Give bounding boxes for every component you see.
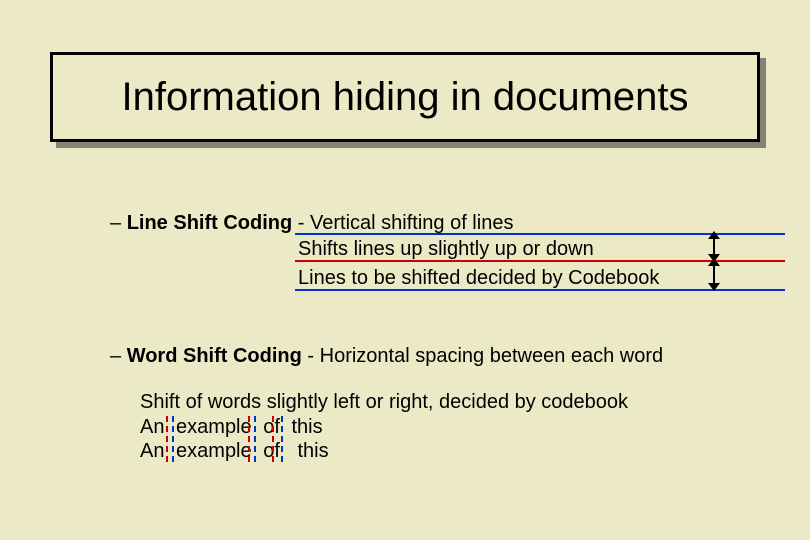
bullet1-label: Line Shift Coding (127, 212, 293, 234)
dash: – (110, 345, 121, 367)
arrow-bottom (708, 263, 720, 286)
arrow-head-down-icon (708, 283, 720, 291)
tick-red-2 (248, 416, 250, 462)
tick-red-3 (272, 416, 274, 462)
bullet1-heading: – Line Shift Coding - Vertical shifting … (110, 212, 513, 234)
word-shift-explain: Shift of words slightly left or right, d… (140, 391, 628, 414)
sep: - (292, 212, 310, 234)
bullet2-desc: Horizontal spacing between each word (320, 345, 664, 367)
slide-title: Information hiding in documents (122, 75, 689, 120)
example-row-2: An example of this (140, 440, 628, 464)
ex1-w0: An (140, 416, 164, 439)
title-box: Information hiding in documents (50, 52, 760, 142)
tick-red-1 (166, 416, 168, 462)
tick-blue-3 (281, 416, 283, 462)
bullet2-label: Word Shift Coding (127, 345, 302, 367)
bullet1-desc2: Lines to be shifted decided by Codebook (298, 267, 659, 290)
bullet-line-shift: – Line Shift Coding - Vertical shifting … (110, 212, 790, 235)
ex2-w3: this (297, 440, 328, 463)
arrow-top (708, 236, 720, 257)
example-row-1: An example of this (140, 416, 628, 440)
bullet1-desc1: Shifts lines up slightly up or down (298, 238, 594, 261)
sep: - (302, 345, 320, 367)
slide-body: – Line Shift Coding - Vertical shifting … (110, 212, 790, 368)
ex1-w3: this (291, 416, 322, 439)
bullet-word-shift: – Word Shift Coding - Horizontal spacing… (110, 345, 790, 368)
ex2-w0: An (140, 440, 164, 463)
ex2-w1: example (176, 440, 252, 463)
dash: – (110, 212, 121, 234)
word-shift-examples: Shift of words slightly left or right, d… (140, 391, 628, 464)
ex1-w1: example (176, 416, 252, 439)
tick-blue-1 (172, 416, 174, 462)
slide: Information hiding in documents – Line S… (0, 0, 810, 540)
tick-blue-2 (254, 416, 256, 462)
bullet1-desc0: Vertical shifting of lines (310, 212, 513, 234)
bullet2-heading: – Word Shift Coding - Horizontal spacing… (110, 345, 663, 367)
